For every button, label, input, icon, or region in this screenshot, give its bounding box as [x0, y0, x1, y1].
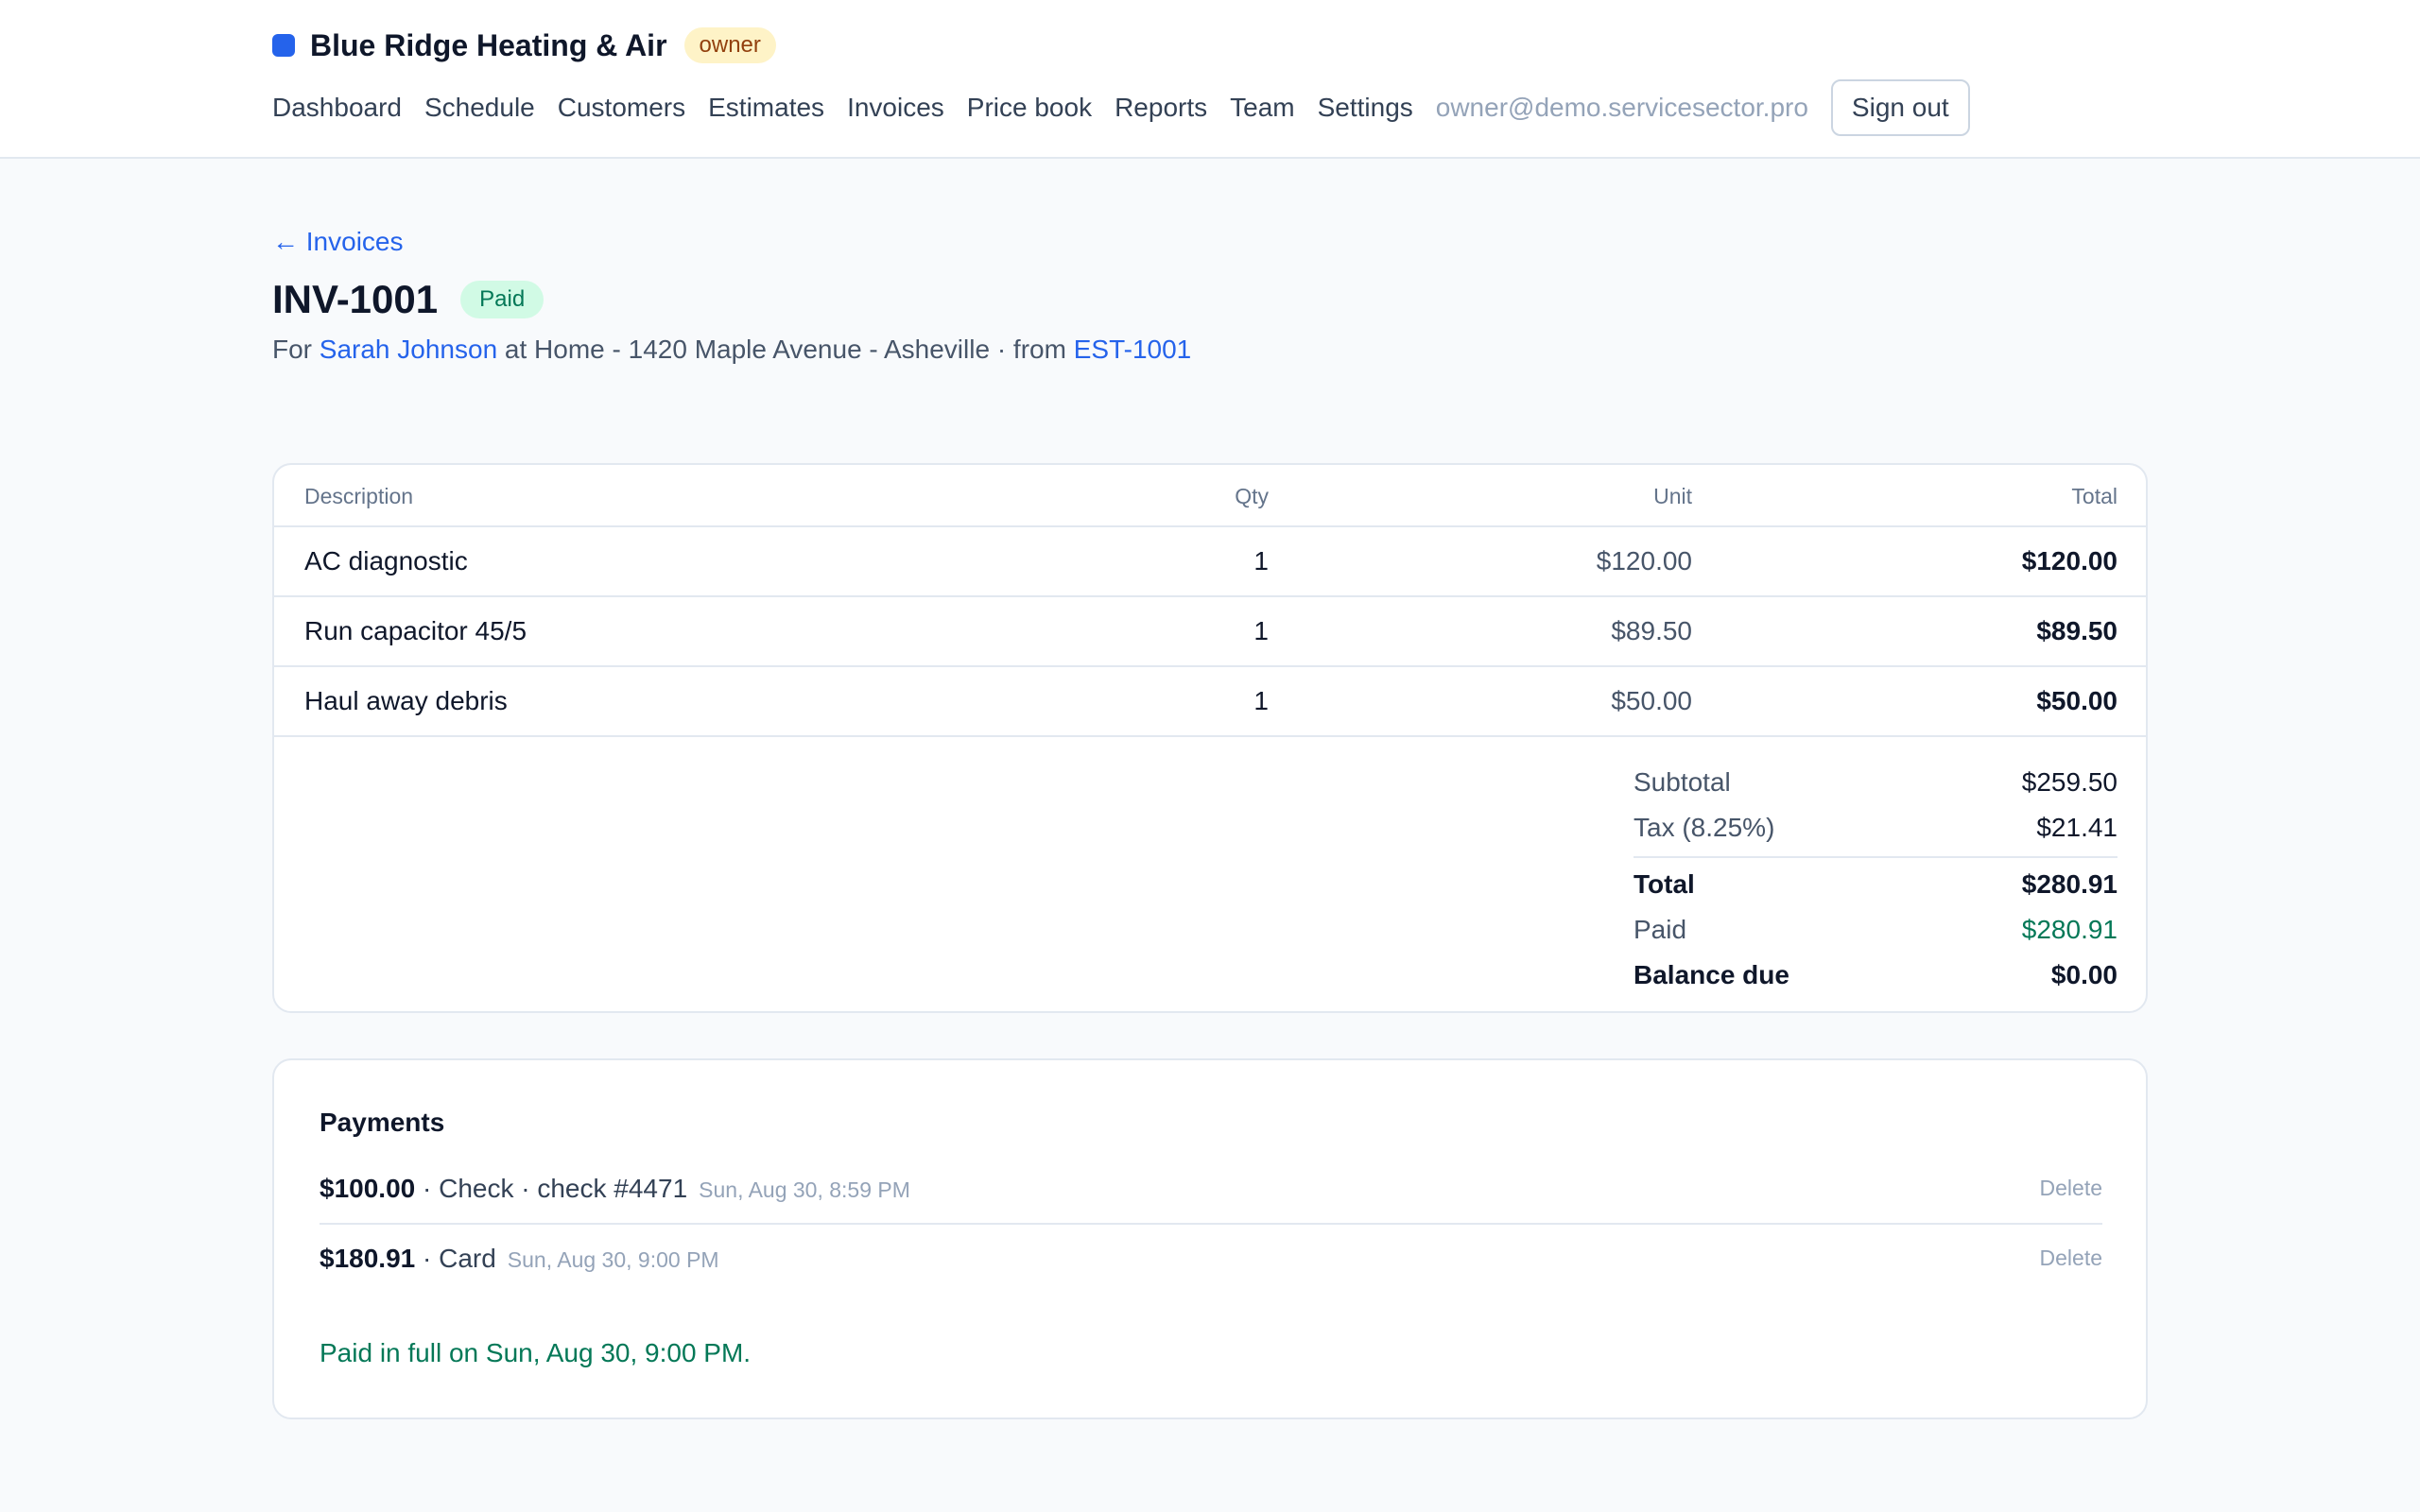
- customer-link[interactable]: Sarah Johnson: [320, 335, 497, 364]
- table-row: AC diagnostic 1 $120.00 $120.00: [274, 527, 2146, 597]
- total-line: Total $280.91: [1634, 856, 2118, 907]
- payment-summary: $100.00 · Check · check #4471 Sun, Aug 30…: [320, 1174, 910, 1204]
- payment-date: Sun, Aug 30, 8:59 PM: [699, 1177, 910, 1202]
- subtotal-label: Subtotal: [1634, 767, 1731, 797]
- cell-unit: $120.00: [1596, 546, 1692, 576]
- title-row: INV-1001 Paid: [272, 274, 544, 325]
- page-title: INV-1001: [272, 277, 439, 321]
- cell-unit: $89.50: [1611, 616, 1692, 645]
- payment-row: $180.91 · Card Sun, Aug 30, 9:00 PM Delet…: [320, 1225, 2102, 1295]
- payment-row: $100.00 · Check · check #4471 Sun, Aug 30…: [320, 1155, 2102, 1225]
- cell-total: $89.50: [2036, 616, 2118, 645]
- balance-label: Balance due: [1634, 960, 1789, 989]
- delete-payment-button[interactable]: Delete: [2040, 1246, 2102, 1271]
- cell-description: Run capacitor 45/5: [304, 616, 527, 645]
- nav-customers[interactable]: Customers: [558, 93, 685, 123]
- status-badge: Paid: [460, 281, 544, 318]
- cell-total: $120.00: [2021, 546, 2118, 576]
- payment-summary: $180.91 · Card Sun, Aug 30, 9:00 PM: [320, 1244, 719, 1274]
- cell-description: AC diagnostic: [304, 546, 468, 576]
- line-items-card: Description Qty Unit Total AC diagnostic…: [272, 463, 2148, 1013]
- nav-schedule[interactable]: Schedule: [424, 93, 535, 123]
- cell-qty: 1: [1253, 686, 1269, 715]
- header-qty: Qty: [1235, 484, 1269, 508]
- nav-price-book[interactable]: Price book: [967, 93, 1092, 123]
- subtitle-prefix: For: [272, 335, 312, 364]
- header-description: Description: [304, 484, 414, 508]
- payment-details: · Check · check #4471: [415, 1174, 688, 1203]
- balance-value: $0.00: [2050, 960, 2118, 989]
- paid-in-full-note: Paid in full on Sun, Aug 30, 9:00 PM.: [320, 1338, 752, 1367]
- estimate-link[interactable]: EST-1001: [1074, 335, 1192, 364]
- total-value: $280.91: [2021, 869, 2118, 899]
- nav-reports[interactable]: Reports: [1115, 93, 1207, 123]
- subtotal-line: Subtotal $259.50: [1634, 760, 2118, 805]
- paid-value: $280.91: [2021, 915, 2118, 944]
- invoice-subtitle: For Sarah Johnson at Home - 1420 Maple A…: [272, 335, 1191, 365]
- brand-logo-icon: [272, 34, 295, 57]
- cell-qty: 1: [1253, 616, 1269, 645]
- payment-amount: $180.91: [320, 1244, 416, 1273]
- brand: Blue Ridge Heating & Air owner: [272, 26, 776, 64]
- payment-date: Sun, Aug 30, 9:00 PM: [507, 1247, 719, 1272]
- cell-unit: $50.00: [1611, 686, 1692, 715]
- paid-label: Paid: [1634, 915, 1687, 944]
- table-row: Run capacitor 45/5 1 $89.50 $89.50: [274, 597, 2146, 667]
- role-badge: owner: [683, 27, 776, 63]
- table-header: Description Qty Unit Total: [274, 465, 2146, 527]
- nav-dashboard[interactable]: Dashboard: [272, 93, 402, 123]
- tax-value: $21.41: [2036, 813, 2118, 842]
- paid-line: Paid $280.91: [1634, 907, 2118, 953]
- main-nav: Dashboard Schedule Customers Estimates I…: [272, 79, 1970, 136]
- payment-amount: $100.00: [320, 1174, 416, 1203]
- payments-heading: Payments: [320, 1108, 445, 1137]
- tax-line: Tax (8.25%) $21.41: [1634, 805, 2118, 850]
- user-email: owner@demo.servicesector.pro: [1435, 93, 1808, 122]
- payment-details: · Card: [415, 1244, 496, 1273]
- cell-total: $50.00: [2036, 686, 2118, 715]
- total-label: Total: [1634, 869, 1695, 899]
- table-row: Haul away debris 1 $50.00 $50.00: [274, 667, 2146, 737]
- nav-invoices[interactable]: Invoices: [847, 93, 944, 123]
- nav-team[interactable]: Team: [1230, 93, 1294, 123]
- cell-description: Haul away debris: [304, 686, 508, 715]
- brand-name: Blue Ridge Heating & Air: [310, 27, 667, 62]
- totals-summary: Subtotal $259.50 Tax (8.25%) $21.41 Tota…: [1634, 760, 2118, 998]
- nav-settings[interactable]: Settings: [1318, 93, 1413, 123]
- nav-estimates[interactable]: Estimates: [708, 93, 824, 123]
- subtotal-value: $259.50: [2021, 767, 2118, 797]
- sign-out-button[interactable]: Sign out: [1830, 79, 1970, 136]
- header-total: Total: [2071, 484, 2118, 508]
- cell-qty: 1: [1253, 546, 1269, 576]
- back-to-invoices-link[interactable]: ← Invoices: [272, 227, 404, 257]
- balance-line: Balance due $0.00: [1634, 953, 2118, 998]
- payments-card: Payments $100.00 · Check · check #4471 Su…: [272, 1058, 2148, 1419]
- delete-payment-button[interactable]: Delete: [2040, 1176, 2102, 1201]
- tax-label: Tax (8.25%): [1634, 813, 1775, 842]
- subtitle-location: at Home - 1420 Maple Avenue - Asheville …: [504, 335, 1066, 364]
- header-unit: Unit: [1653, 484, 1692, 508]
- top-bar: Blue Ridge Heating & Air owner Dashboard…: [0, 0, 2420, 159]
